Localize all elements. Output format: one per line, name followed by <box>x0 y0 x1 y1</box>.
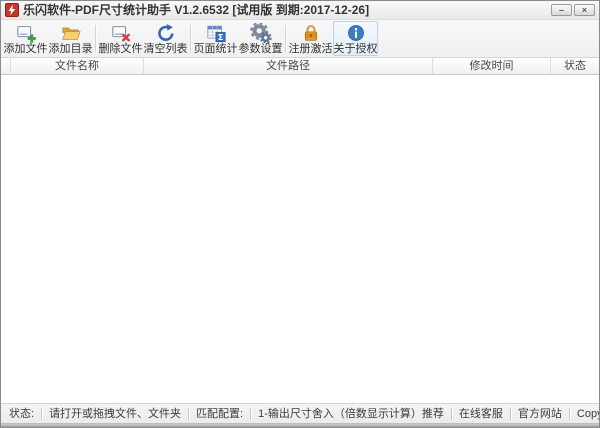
column-status[interactable]: 状态 <box>551 58 599 74</box>
toolbar-button-label: 添加文件 <box>4 44 48 55</box>
status-message: 请打开或拖拽文件、文件夹 <box>49 408 181 420</box>
toolbar-button-label: 注册激活 <box>289 44 333 55</box>
pdf-app-icon <box>5 3 19 17</box>
toolbar-button-label: 关于授权 <box>334 44 378 55</box>
add-file-icon <box>15 23 37 43</box>
register-activate-button[interactable]: 注册激活 <box>288 21 333 56</box>
clear-list-button[interactable]: 清空列表 <box>143 21 188 56</box>
page-statistics-button[interactable]: Σ 页面统计 <box>193 21 238 56</box>
delete-file-button[interactable]: 删除文件 <box>98 21 143 56</box>
window-title: 乐闪软件-PDF尺寸统计助手 V1.2.6532 [试用版 到期:2017-12… <box>23 1 547 19</box>
column-modified-time[interactable]: 修改时间 <box>433 58 551 74</box>
statusbar-separator <box>510 408 511 420</box>
config-label: 匹配配置: <box>196 408 243 420</box>
statusbar-separator <box>451 408 452 420</box>
settings-gears-icon <box>250 23 272 43</box>
lock-icon <box>300 23 322 43</box>
column-file-path[interactable]: 文件路径 <box>144 58 433 74</box>
statusbar-separator <box>569 408 570 420</box>
toolbar: 添加文件 添加目录 删除文件 清空列表 <box>1 20 599 58</box>
close-button[interactable]: × <box>574 4 595 16</box>
about-license-button[interactable]: 关于授权 <box>333 21 378 56</box>
toolbar-button-label: 参数设置 <box>239 44 283 55</box>
statusbar-separator <box>188 408 189 420</box>
link-online-service[interactable]: 在线客服 <box>459 408 503 420</box>
file-list-area[interactable] <box>1 75 599 403</box>
status-label: 状态: <box>9 408 34 420</box>
toolbar-button-label: 删除文件 <box>99 44 143 55</box>
statusbar-separator <box>250 408 251 420</box>
clear-list-icon <box>155 23 177 43</box>
toolbar-separator <box>95 25 96 52</box>
minimize-button[interactable]: – <box>551 4 572 16</box>
app-window: 乐闪软件-PDF尺寸统计助手 V1.2.6532 [试用版 到期:2017-12… <box>0 0 600 428</box>
titlebar: 乐闪软件-PDF尺寸统计助手 V1.2.6532 [试用版 到期:2017-12… <box>1 1 599 20</box>
add-folder-icon <box>60 23 82 43</box>
add-file-button[interactable]: 添加文件 <box>3 21 48 56</box>
copyright-text: Copyright 2017 乐闪软件 保留所有权利 <box>577 408 600 420</box>
settings-button[interactable]: 参数设置 <box>238 21 283 56</box>
delete-file-icon <box>110 23 132 43</box>
svg-text:Σ: Σ <box>217 32 223 42</box>
toolbar-button-label: 添加目录 <box>49 44 93 55</box>
link-official-site[interactable]: 官方网站 <box>518 408 562 420</box>
config-value: 1-输出尺寸舍入（倍数显示计算）推荐 <box>258 408 444 420</box>
toolbar-button-label: 清空列表 <box>144 44 188 55</box>
info-icon <box>345 23 367 43</box>
statusbar: 状态: 请打开或拖拽文件、文件夹 匹配配置: 1-输出尺寸舍入（倍数显示计算）推… <box>1 403 599 423</box>
toolbar-button-label: 页面统计 <box>194 44 238 55</box>
add-directory-button[interactable]: 添加目录 <box>48 21 93 56</box>
toolbar-separator <box>190 25 191 52</box>
toolbar-separator <box>285 25 286 52</box>
page-statistics-icon: Σ <box>205 23 227 43</box>
column-file-name[interactable]: 文件名称 <box>11 58 144 74</box>
statusbar-separator <box>41 408 42 420</box>
column-row-selector <box>1 58 11 74</box>
file-table-header: 文件名称 文件路径 修改时间 状态 <box>1 58 599 75</box>
window-bottom-frame <box>1 423 599 427</box>
